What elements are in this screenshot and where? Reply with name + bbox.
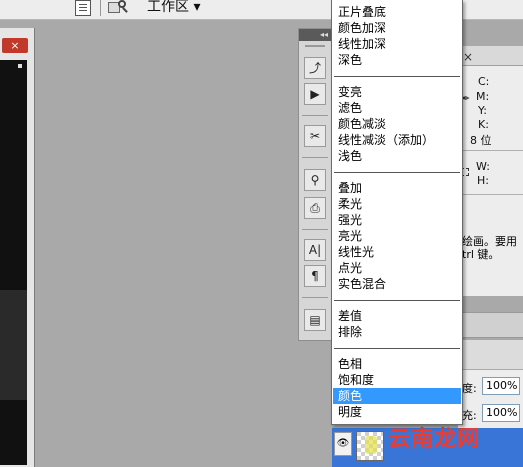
layer-thumbnail[interactable]: [356, 431, 384, 461]
document-window: ×: [0, 28, 35, 467]
blend-mode-item[interactable]: 浅色: [333, 148, 461, 164]
cmyk-k-label: K:: [478, 118, 489, 131]
screen-mode-zoom-icon[interactable]: [108, 0, 130, 16]
blend-mode-item[interactable]: 叠加: [333, 180, 461, 196]
dock-separator: [302, 157, 328, 158]
menu-separator: [334, 348, 460, 349]
blend-mode-item[interactable]: 亮光: [333, 228, 461, 244]
cmyk-y-label: Y:: [478, 104, 487, 117]
dock-separator: [302, 297, 328, 298]
character-icon[interactable]: A|: [304, 239, 326, 261]
tools-icon[interactable]: ✂: [304, 125, 326, 147]
cmyk-m-label: M:: [476, 90, 490, 103]
fill-label: 充:: [462, 409, 477, 422]
blend-mode-item[interactable]: 正片叠底: [333, 4, 461, 20]
notes-icon[interactable]: ▤: [304, 309, 326, 331]
bit-depth-label: 8 位: [470, 134, 492, 147]
history-icon[interactable]: ⤴: [304, 57, 326, 79]
menu-separator: [334, 172, 460, 173]
workspace-dropdown[interactable]: 工作区 ▾: [147, 0, 200, 16]
toolbar-divider: [100, 0, 101, 16]
blend-mode-item[interactable]: 点光: [333, 260, 461, 276]
blend-mode-item[interactable]: 线性光: [333, 244, 461, 260]
opacity-input[interactable]: 100%: [482, 377, 520, 395]
width-label: W:: [476, 160, 490, 173]
watermark-text: 云南龙网: [388, 427, 481, 452]
brushes-icon[interactable]: ⚲: [304, 169, 326, 191]
document-canvas[interactable]: [0, 60, 27, 465]
panel-dock: ◂◂ ⤴ ▶ ✂ ⚲ ⎙ A| ¶ ▤: [298, 28, 332, 341]
info-panel-tabs: ×: [459, 46, 523, 66]
blend-mode-item[interactable]: 明度: [333, 404, 461, 420]
layer-visibility-eye-icon[interactable]: 👁: [334, 432, 352, 456]
canvas-mark: [18, 64, 22, 68]
dock-collapse-button[interactable]: ◂◂: [299, 29, 331, 41]
info-divider: [458, 194, 523, 195]
cmyk-c-label: C:: [478, 75, 490, 88]
panel-tab-strip: [458, 312, 523, 338]
blend-mode-item[interactable]: 颜色: [333, 388, 461, 404]
fill-input[interactable]: 100%: [482, 404, 520, 422]
blend-mode-item[interactable]: 线性加深: [333, 36, 461, 52]
clone-source-icon[interactable]: ⎙: [304, 197, 326, 219]
close-panel-icon[interactable]: ×: [463, 50, 473, 64]
height-label: H:: [477, 174, 489, 187]
document-icon[interactable]: [75, 0, 91, 16]
magnifier-handle: [122, 7, 128, 13]
actions-play-icon[interactable]: ▶: [304, 83, 326, 105]
menu-separator: [334, 300, 460, 301]
layers-panel-header: [458, 340, 523, 370]
close-document-button[interactable]: ×: [2, 38, 28, 53]
blend-mode-item[interactable]: 实色混合: [333, 276, 461, 292]
paragraph-icon[interactable]: ¶: [304, 265, 326, 287]
blend-mode-item[interactable]: 深色: [333, 52, 461, 68]
blend-mode-item[interactable]: 色相: [333, 356, 461, 372]
info-divider: [458, 150, 523, 151]
dock-separator: [302, 115, 328, 116]
blend-mode-item[interactable]: 强光: [333, 212, 461, 228]
blend-mode-menu: 正片叠底 颜色加深 线性加深 深色变亮 滤色 颜色减淡 线性减淡（添加） 浅色叠加 柔光 强光 亮光…: [331, 0, 463, 425]
blend-mode-item[interactable]: 排除: [333, 324, 461, 340]
blend-mode-item[interactable]: 柔光: [333, 196, 461, 212]
blend-mode-item[interactable]: 变亮: [333, 84, 461, 100]
blend-mode-item[interactable]: 颜色减淡: [333, 116, 461, 132]
menu-separator: [334, 76, 460, 77]
hint-text-line2: trl 键。: [462, 248, 500, 261]
opacity-label: 度:: [462, 382, 477, 395]
blend-mode-item[interactable]: 颜色加深: [333, 20, 461, 36]
dock-separator: [302, 229, 328, 230]
dock-grip[interactable]: [305, 45, 325, 47]
blend-mode-item[interactable]: 线性减淡（添加）: [333, 132, 461, 148]
blend-mode-item[interactable]: 饱和度: [333, 372, 461, 388]
blend-mode-item[interactable]: 滤色: [333, 100, 461, 116]
blend-mode-item[interactable]: 差值: [333, 308, 461, 324]
